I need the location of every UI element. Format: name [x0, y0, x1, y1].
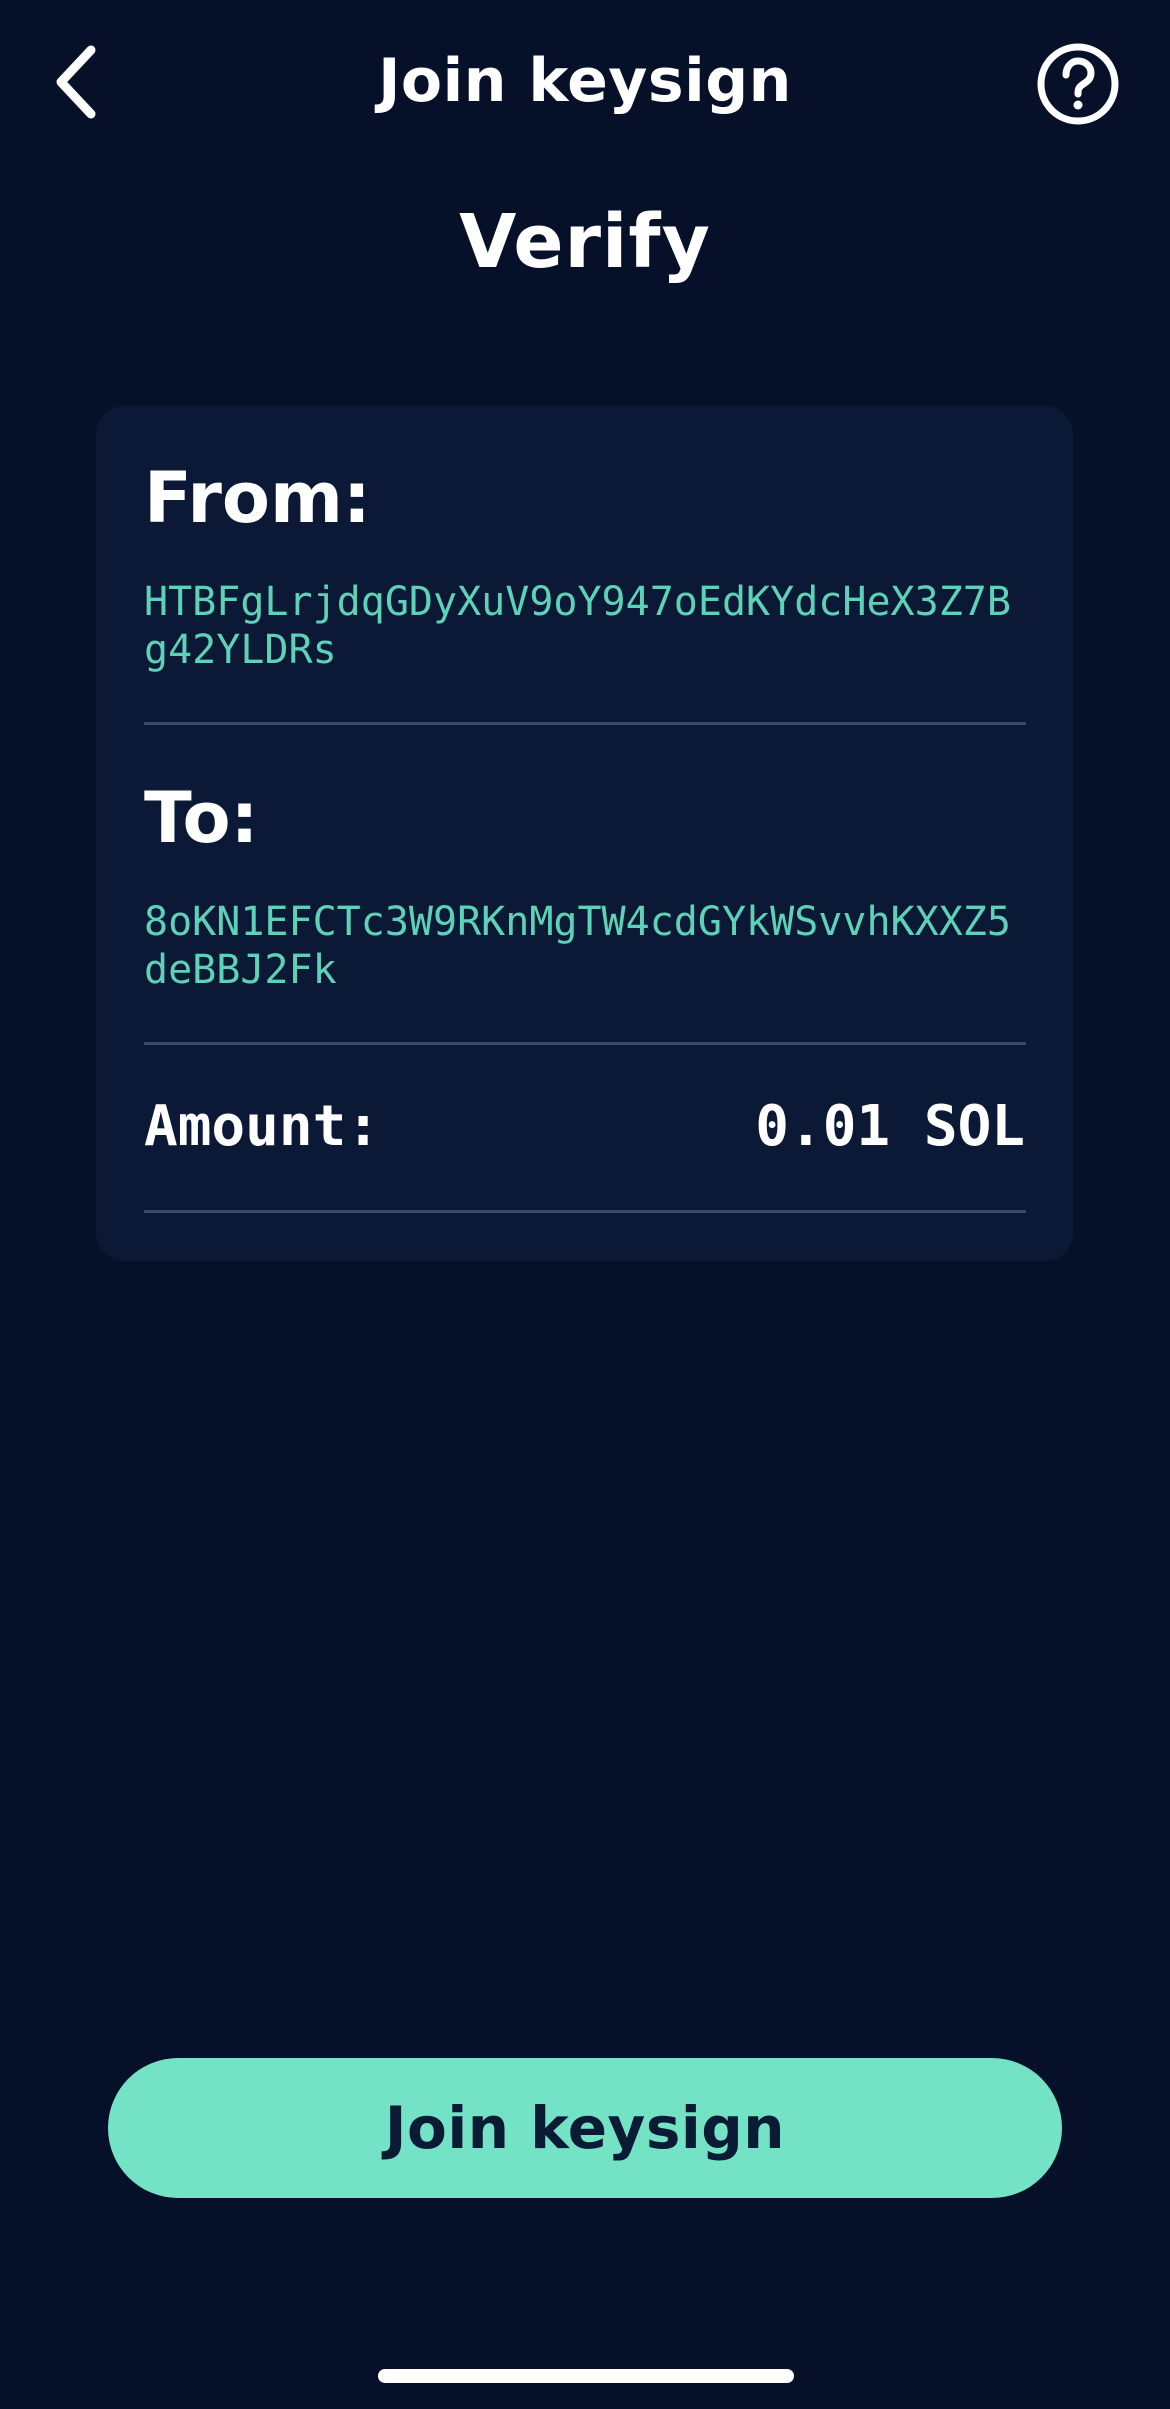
divider	[144, 722, 1026, 725]
divider	[144, 1042, 1026, 1045]
from-address: HTBFgLrjdqGDyXuV9oY947oEdKYdcHeX3Z7Bg42Y…	[144, 579, 1011, 673]
join-keysign-button-label: Join keysign	[384, 2094, 786, 2162]
transaction-summary-card: From: HTBFgLrjdqGDyXuV9oY947oEdKYdcHeX3Z…	[96, 406, 1073, 1261]
from-label: From:	[144, 457, 371, 539]
divider	[144, 1210, 1026, 1213]
amount-label: Amount:	[144, 1094, 381, 1159]
question-circle-icon	[1037, 43, 1119, 125]
header-title: Join keysign	[378, 46, 792, 116]
help-button[interactable]	[1036, 42, 1120, 126]
home-indicator[interactable]	[378, 2369, 794, 2383]
amount-value: 0.01 SOL	[755, 1094, 1025, 1159]
to-address: 8oKN1EFCTc3W9RKnMgTW4cdGYkWSvvhKXXZ5deBB…	[144, 899, 1011, 993]
join-keysign-button[interactable]: Join keysign	[108, 2058, 1062, 2198]
page-title: Verify	[459, 199, 711, 285]
to-label: To:	[144, 777, 259, 859]
